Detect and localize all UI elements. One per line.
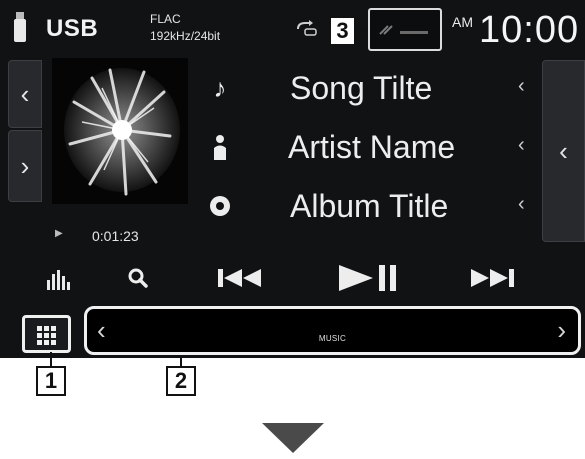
- search-button[interactable]: [122, 260, 154, 296]
- callout-line-1: [50, 352, 52, 366]
- search-icon: [128, 268, 148, 288]
- chevron-left-icon[interactable]: ‹: [518, 75, 525, 98]
- next-track-button[interactable]: [464, 260, 520, 296]
- connection-status-icon: [379, 25, 428, 35]
- play-pause-icon: [339, 265, 396, 291]
- chevron-left-icon[interactable]: ‹: [518, 193, 525, 216]
- album-title: Album Title: [290, 188, 449, 224]
- left-panel-open-button[interactable]: ‹: [8, 60, 42, 128]
- song-title: Song Tilte: [290, 70, 433, 106]
- chevron-right-icon: ›: [20, 150, 30, 181]
- play-pause-button[interactable]: [336, 260, 400, 296]
- album-row[interactable]: Album Title ‹: [196, 181, 541, 231]
- previous-track-button[interactable]: [212, 260, 268, 296]
- status-indicator-area: [368, 8, 442, 51]
- left-panel-close-button[interactable]: ›: [8, 130, 42, 202]
- elapsed-time: 0:01:23: [92, 228, 139, 244]
- clock-time: 10:00: [479, 9, 580, 51]
- music-note-icon: ♪: [213, 72, 227, 103]
- repeat-icon[interactable]: [296, 20, 318, 36]
- function-bar[interactable]: ‹ MUSIC ›: [84, 306, 581, 355]
- next-track-icon: [471, 269, 514, 287]
- chevron-left-icon: ‹: [20, 78, 30, 109]
- head-unit-screen: USB FLAC 192kHz/24bit AM 10:00 ‹ › ‹ ♪ S…: [0, 0, 585, 358]
- clock-ampm: AM: [452, 14, 473, 30]
- callout-label-2: 2: [166, 366, 196, 396]
- chevron-left-icon[interactable]: ‹: [518, 134, 525, 157]
- audio-bitrate: 192kHz/24bit: [150, 29, 221, 43]
- right-panel-open-button[interactable]: ‹: [542, 60, 585, 242]
- equalizer-button[interactable]: [42, 260, 78, 296]
- equalizer-icon: [47, 270, 70, 290]
- previous-track-icon: [218, 269, 261, 287]
- callout-line-3: [356, 30, 368, 32]
- album-artwork: [52, 58, 188, 204]
- down-arrow-icon: [262, 423, 324, 453]
- callout-line-2: [180, 356, 182, 366]
- callout-label-1: 1: [36, 366, 66, 396]
- function-next-chevron-icon[interactable]: ›: [557, 315, 566, 346]
- album-disc-icon: [206, 191, 234, 221]
- artist-name: Artist Name: [288, 129, 456, 165]
- chevron-left-icon: ‹: [559, 135, 568, 166]
- callout-label-3: 3: [329, 16, 356, 46]
- artist-icon: [206, 132, 234, 162]
- menu-grid-icon: [37, 326, 57, 346]
- playing-indicator-icon: ▶: [55, 228, 63, 239]
- source-label[interactable]: USB: [46, 15, 98, 43]
- artist-row[interactable]: Artist Name ‹: [196, 122, 541, 172]
- function-bar-label: MUSIC: [318, 334, 347, 343]
- usb-stick-icon: [14, 12, 26, 42]
- audio-format: FLAC: [150, 12, 181, 26]
- song-row[interactable]: ♪ Song Tilte ‹: [196, 63, 541, 113]
- menu-button[interactable]: [22, 315, 71, 353]
